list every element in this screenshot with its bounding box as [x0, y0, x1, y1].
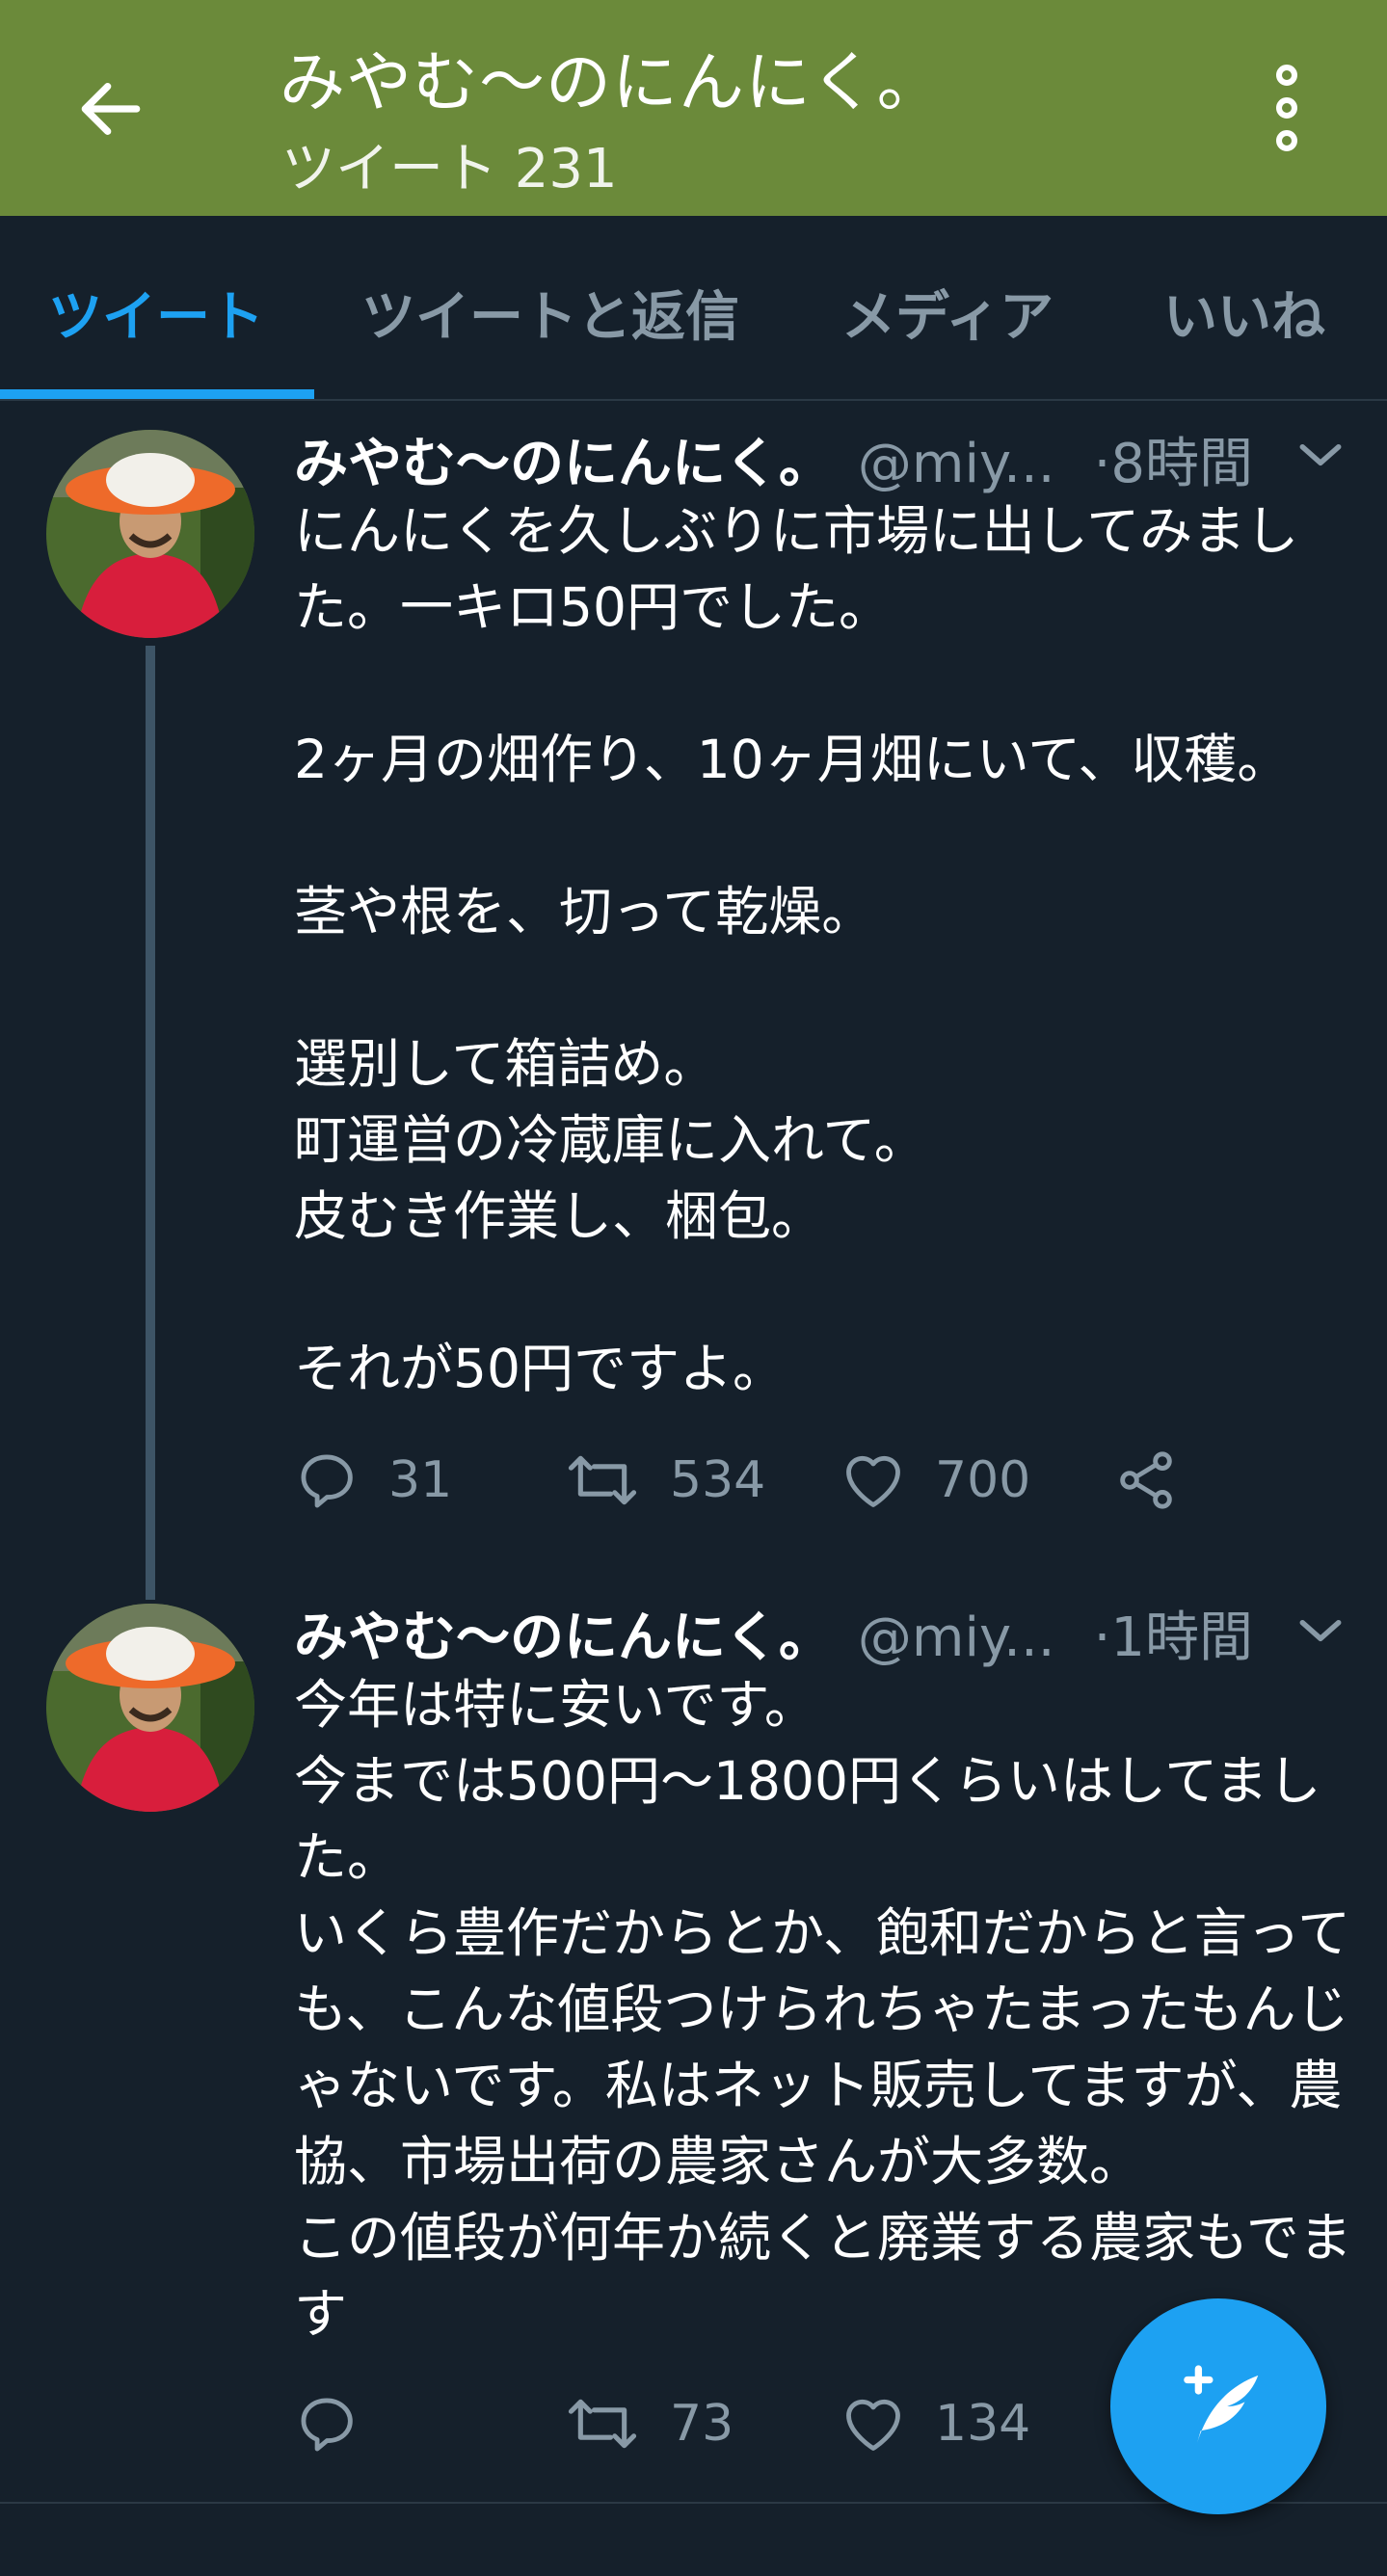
- retweet-icon: [568, 2399, 637, 2449]
- retweet-button[interactable]: 73: [564, 2385, 734, 2462]
- tweet-time[interactable]: 1時間: [1110, 1607, 1253, 1669]
- separator-dot: ·: [1093, 1607, 1111, 1669]
- profile-title: みやむ〜のにんにく。: [280, 45, 944, 121]
- tweet-actions: 31 534 700: [294, 1442, 1258, 1519]
- reply-button[interactable]: [294, 2385, 388, 2462]
- retweet-button[interactable]: 534: [564, 1442, 765, 1519]
- retweet-count: 534: [670, 1451, 766, 1509]
- retweet-icon: [568, 1455, 637, 1505]
- share-button[interactable]: [1113, 1442, 1179, 1519]
- compose-tweet-button[interactable]: [1110, 2298, 1326, 2514]
- chevron-down-icon[interactable]: [1296, 436, 1345, 474]
- avatar-image: [46, 430, 254, 638]
- tab-tweets[interactable]: ツイート: [48, 274, 264, 352]
- reply-button[interactable]: 31: [294, 1442, 452, 1519]
- like-count: 134: [935, 2395, 1031, 2453]
- app-bar: みやむ〜のにんにく。 ツイート 231: [0, 0, 1387, 216]
- active-tab-indicator: [0, 389, 314, 399]
- display-name[interactable]: みやむ〜のにんにく。: [294, 1607, 833, 1669]
- tab-media[interactable]: メディア: [841, 274, 1054, 352]
- reply-icon: [301, 2398, 353, 2452]
- like-count: 700: [935, 1451, 1031, 1509]
- tab-likes[interactable]: いいね: [1163, 274, 1325, 352]
- more-vertical-icon[interactable]: [1243, 60, 1330, 156]
- back-button[interactable]: [58, 56, 164, 162]
- heart-icon: [846, 1455, 900, 1507]
- arrow-left-icon: [81, 83, 141, 135]
- like-button[interactable]: 700: [840, 1442, 1030, 1519]
- retweet-count: 73: [670, 2395, 734, 2453]
- profile-tabs: ツイート ツイートと返信 メディア いいね: [0, 216, 1387, 401]
- tweet-header: みやむ〜のにんにく。 @miy... ·8時間: [294, 420, 1253, 498]
- user-handle[interactable]: @miy...: [858, 433, 1055, 495]
- share-icon: [1120, 1451, 1172, 1509]
- reply-icon: [301, 1454, 353, 1508]
- heart-icon: [846, 2399, 900, 2451]
- chevron-down-icon[interactable]: [1296, 1611, 1345, 1650]
- avatar-image: [46, 1604, 254, 1812]
- avatar[interactable]: [46, 1604, 254, 1812]
- like-button[interactable]: 134: [840, 2385, 1030, 2462]
- user-handle[interactable]: @miy...: [858, 1607, 1055, 1669]
- tweet-count: ツイート 231: [281, 138, 618, 200]
- avatar[interactable]: [46, 430, 254, 638]
- tweet-text: 今年は特に安いです。 今までは500円〜1800円くらいはしてました。 いくら豊…: [294, 1674, 1352, 2345]
- thread-connector: [146, 646, 155, 1600]
- tab-tweets-and-replies[interactable]: ツイートと返信: [361, 274, 739, 352]
- tweet-header: みやむ〜のにんにく。 @miy... ·1時間: [294, 1594, 1253, 1672]
- separator-dot: ·: [1093, 433, 1111, 495]
- compose-tweet-icon: [1184, 2365, 1259, 2447]
- tweet-time[interactable]: 8時間: [1110, 433, 1253, 495]
- display-name[interactable]: みやむ〜のにんにく。: [294, 433, 833, 495]
- tweet-text: にんにくを久しぶりに市場に出してみました。一キロ50円でした。 2ヶ月の畑作り、…: [294, 500, 1299, 1399]
- reply-count: 31: [388, 1451, 453, 1509]
